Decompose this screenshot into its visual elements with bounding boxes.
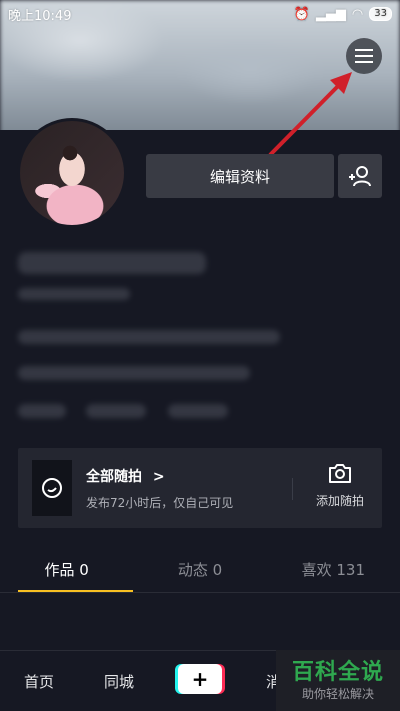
signal-icon: ▂▄▆ (315, 6, 346, 22)
random-shoot-subtitle: 发布72小时后，仅自己可见 (86, 496, 234, 510)
camera-ring-icon (42, 478, 62, 498)
create-post-button[interactable]: + (178, 664, 222, 694)
blurred-nickname (18, 252, 206, 274)
blurred-bio-line-1 (18, 330, 280, 344)
tab-likes[interactable]: 喜欢 131 (267, 552, 400, 592)
plus-icon: + (191, 667, 209, 691)
random-shoot-card[interactable]: 全部随拍 > 发布72小时后，仅自己可见 添加随拍 (18, 448, 382, 528)
add-user-icon (349, 166, 371, 187)
status-time: 晚上10:49 (8, 8, 72, 24)
watermark-title: 百科全说 (291, 659, 384, 685)
watermark-logo: 百科全说 助你轻松解决 (276, 650, 400, 711)
add-friend-button[interactable] (338, 154, 382, 198)
blurred-user-id (18, 288, 130, 300)
wifi-icon: ◠ (351, 6, 364, 22)
tab-works[interactable]: 作品 0 (0, 552, 134, 592)
blurred-stat-1 (18, 404, 66, 418)
nav-local[interactable]: 同城 (104, 671, 134, 692)
camera-icon (329, 464, 351, 483)
divider (292, 478, 293, 500)
avatar[interactable] (17, 118, 127, 228)
status-bar: 晚上10:49 ⏰ ▂▄▆ ◠ 33 (0, 0, 400, 28)
random-shoot-thumbnail (32, 460, 72, 516)
nav-home[interactable]: 首页 (24, 671, 54, 692)
blurred-stat-3 (168, 404, 228, 418)
battery-icon: 33 (369, 7, 392, 21)
profile-tabs: 作品 0 动态 0 喜欢 131 (0, 552, 400, 592)
tab-moments[interactable]: 动态 0 (133, 552, 266, 592)
tabs-divider (0, 592, 400, 593)
add-random-shoot-label: 添加随拍 (315, 494, 364, 508)
chevron-right-icon: > (152, 469, 165, 485)
alarm-icon: ⏰ (293, 6, 310, 22)
annotation-arrow-icon (268, 72, 352, 157)
blurred-bio-line-2 (18, 366, 250, 380)
edit-profile-button[interactable]: 编辑资料 (146, 154, 334, 198)
add-random-shoot-button[interactable]: 添加随拍 (308, 462, 372, 509)
watermark-subtitle: 助你轻松解决 (301, 686, 374, 701)
status-icons: ⏰ ▂▄▆ ◠ 33 (294, 7, 392, 22)
blurred-stat-2 (86, 404, 146, 418)
random-shoot-title[interactable]: 全部随拍 > (86, 466, 165, 486)
